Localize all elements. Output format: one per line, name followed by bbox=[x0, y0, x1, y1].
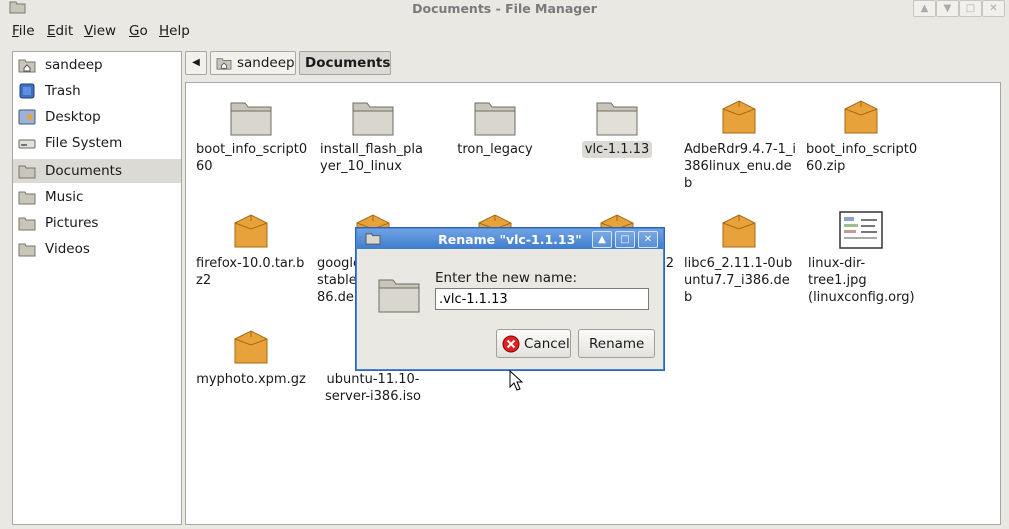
path-back-button[interactable]: ◀ bbox=[185, 51, 207, 75]
file-name: firefox-10.0.tar.b z2 bbox=[196, 256, 305, 288]
package-icon bbox=[722, 100, 756, 134]
file-name: tron_legacy bbox=[457, 142, 533, 157]
new-name-input[interactable] bbox=[435, 288, 649, 310]
folder-icon bbox=[474, 102, 516, 136]
home-folder-icon bbox=[216, 58, 232, 70]
file-name: ubuntu-11.10- server-i386.iso bbox=[325, 372, 421, 404]
sidebar-item-trash[interactable]: Trash bbox=[13, 79, 181, 103]
home-folder-icon bbox=[18, 59, 36, 73]
drive-icon bbox=[18, 139, 36, 149]
file-item[interactable]: boot_info_script0 60 bbox=[192, 97, 310, 175]
folder-icon bbox=[18, 191, 36, 205]
sidebar-item-label: File System bbox=[45, 135, 123, 151]
sidebar-item-sandeep[interactable]: sandeep bbox=[13, 53, 181, 77]
file-name: myphoto.xpm.gz bbox=[196, 372, 306, 387]
file-name: boot_info_script0 60 bbox=[196, 142, 308, 174]
sidebar-item-pictures[interactable]: Pictures bbox=[13, 211, 181, 235]
sidebar-item-file-system[interactable]: File System bbox=[13, 131, 181, 155]
dialog-titlebar: Rename "vlc-1.1.13" ▲ □ ✕ bbox=[357, 229, 663, 249]
rename-prompt: Enter the new name: bbox=[435, 270, 578, 286]
window-titlebar: Documents - File Manager ▲ ▼ □ ✕ bbox=[0, 0, 1009, 18]
folder-icon bbox=[378, 279, 420, 313]
folder-icon bbox=[596, 102, 638, 136]
file-name: boot_info_script0 60.zip bbox=[806, 142, 918, 174]
folder-icon bbox=[18, 243, 36, 257]
chevron-left-icon: ◀ bbox=[192, 57, 200, 68]
file-name: vlc-1.1.13 bbox=[581, 141, 653, 158]
file-item[interactable]: libc6_2.11.1-0ub untu7.7_i386.deb bbox=[680, 211, 798, 306]
package-icon bbox=[234, 214, 268, 248]
file-item[interactable]: tron_legacy bbox=[436, 97, 554, 158]
file-name: AdbeRdr9.4.7-1_i 386linux_enu.de b bbox=[684, 142, 796, 191]
rename-button[interactable]: Rename bbox=[578, 329, 655, 358]
file-name: linux-dir-tree1.jpg (linuxconfig.org) bbox=[808, 256, 915, 305]
package-icon bbox=[844, 100, 878, 134]
sidebar-item-label: Videos bbox=[45, 241, 90, 257]
folder-icon bbox=[18, 165, 36, 179]
file-item[interactable]: AdbeRdr9.4.7-1_i 386linux_enu.de b bbox=[680, 97, 798, 192]
dialog-maximize-button[interactable]: □ bbox=[615, 231, 635, 248]
folder-icon bbox=[352, 102, 394, 136]
file-item[interactable]: firefox-10.0.tar.b z2 bbox=[192, 211, 310, 289]
menu-help[interactable]: Help bbox=[159, 23, 190, 39]
path-crumb-label: sandeep bbox=[237, 55, 295, 71]
dialog-shade-button[interactable]: ▲ bbox=[592, 231, 612, 248]
mouse-pointer-icon bbox=[509, 370, 523, 391]
cancel-button[interactable]: Cancel bbox=[496, 329, 571, 358]
window-title: Documents - File Manager bbox=[412, 1, 597, 16]
file-item[interactable]: install_flash_pla yer_10_linux bbox=[314, 97, 432, 175]
dialog-close-button[interactable]: ✕ bbox=[638, 231, 658, 248]
close-button[interactable]: ✕ bbox=[982, 0, 1005, 17]
path-crumb-sandeep[interactable]: sandeep bbox=[210, 51, 296, 75]
sidebar-item-label: Pictures bbox=[45, 215, 99, 231]
package-icon bbox=[234, 330, 268, 364]
file-name: install_flash_pla yer_10_linux bbox=[320, 142, 423, 174]
sidebar-item-label: sandeep bbox=[45, 57, 103, 73]
file-name: libc6_2.11.1-0ub untu7.7_i386.deb bbox=[684, 256, 793, 305]
sidebar-item-label: Music bbox=[45, 189, 84, 205]
sidebar-item-desktop[interactable]: Desktop bbox=[13, 105, 181, 129]
sidebar-item-videos[interactable]: Videos bbox=[13, 237, 181, 261]
folder-icon bbox=[18, 217, 36, 231]
cancel-label: Cancel bbox=[524, 336, 570, 352]
maximize-button[interactable]: □ bbox=[959, 0, 982, 17]
image-thumbnail-icon bbox=[839, 211, 883, 249]
menubar: File Edit View Go Help bbox=[0, 20, 1009, 42]
sidebar: sandeep Trash Desktop File System Docume… bbox=[12, 51, 182, 525]
package-icon bbox=[722, 214, 756, 248]
rename-dialog: Rename "vlc-1.1.13" ▲ □ ✕ Enter the new … bbox=[356, 228, 664, 370]
menu-edit[interactable]: Edit bbox=[47, 23, 73, 39]
file-item[interactable]: boot_info_script0 60.zip bbox=[802, 97, 920, 175]
path-crumb-label: Documents bbox=[305, 55, 391, 71]
sidebar-item-label: Desktop bbox=[45, 109, 101, 125]
desktop-icon bbox=[18, 109, 36, 125]
rename-label: Rename bbox=[589, 336, 645, 352]
sidebar-item-documents[interactable]: Documents bbox=[13, 159, 181, 183]
sidebar-item-label: Documents bbox=[45, 163, 122, 179]
file-item[interactable]: myphoto.xpm.gz bbox=[192, 327, 310, 388]
trash-icon bbox=[19, 83, 35, 99]
sidebar-item-music[interactable]: Music bbox=[13, 185, 181, 209]
path-crumb-documents[interactable]: Documents bbox=[299, 51, 391, 75]
minimize-button[interactable]: ▼ bbox=[936, 0, 959, 17]
menu-go[interactable]: Go bbox=[129, 23, 148, 39]
dialog-body: Enter the new name: Cancel Rename bbox=[359, 250, 661, 367]
shade-button[interactable]: ▲ bbox=[913, 0, 936, 17]
folder-icon bbox=[230, 102, 272, 136]
menu-file[interactable]: File bbox=[12, 23, 35, 39]
file-item-selected[interactable]: vlc-1.1.13 bbox=[558, 97, 676, 158]
file-item[interactable]: linux-dir-tree1.jpg (linuxconfig.org) bbox=[802, 211, 920, 306]
menu-view[interactable]: View bbox=[84, 23, 116, 39]
sidebar-item-label: Trash bbox=[45, 83, 81, 99]
cancel-icon bbox=[502, 335, 520, 353]
